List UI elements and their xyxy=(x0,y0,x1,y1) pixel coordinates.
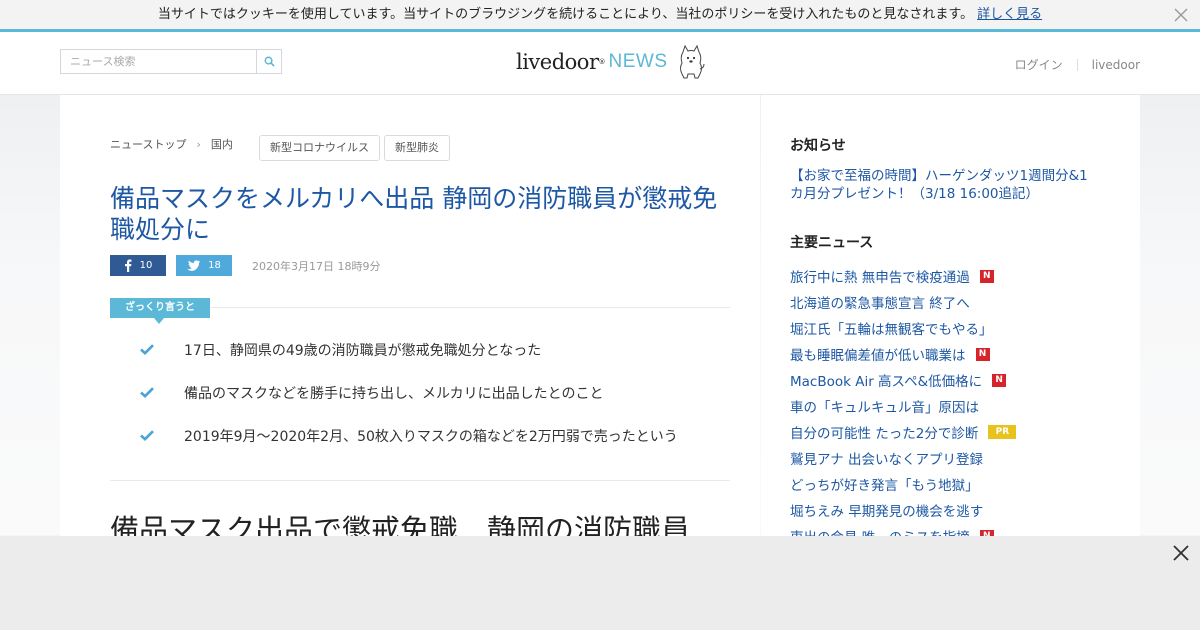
logo-registered-mark: ® xyxy=(598,58,606,66)
breadcrumb: ニューストップ › 国内 xyxy=(110,136,233,152)
header-links: ログイン livedoor xyxy=(1015,56,1140,73)
news-item-title: 最も睡眠偏差値が低い職業は xyxy=(790,348,966,364)
news-item-title: 鷲見アナ 出会いなくアプリ登録 xyxy=(790,452,984,468)
share-bar: 10 18 2020年3月17日 18時9分 xyxy=(110,255,380,276)
article-divider xyxy=(110,480,730,481)
chevron-right-icon: › xyxy=(196,137,201,151)
logo-product: NEWS xyxy=(608,51,668,72)
logo-brand: livedoor xyxy=(516,50,599,74)
news-item-title: 旅行中に熱 無申告で検疫通過 xyxy=(790,270,970,286)
news-item[interactable]: 車の「キュルキュル音」原因は xyxy=(790,393,1016,419)
topic-tags: 新型コロナウイルス 新型肺炎 xyxy=(255,135,450,161)
twitter-share-button[interactable]: 18 xyxy=(176,255,232,276)
check-icon xyxy=(140,344,154,355)
new-badge: N xyxy=(979,269,994,283)
cookie-banner: 当サイトではクッキーを使用しています。当サイトのブラウジングを続けることにより、… xyxy=(0,0,1200,32)
news-item-title: 自分の可能性 たった2分で診断 xyxy=(790,426,979,442)
news-item-title: どっちが好き発言「もう地獄」 xyxy=(790,478,979,494)
news-item-title: 堀ちえみ 早期発見の機会を逃す xyxy=(790,504,984,520)
new-badge: N xyxy=(992,373,1007,387)
news-item-title: 堀江氏「五輪は無観客でもやる」 xyxy=(790,322,993,338)
cookie-text: 当サイトではクッキーを使用しています。当サイトのブラウジングを続けることにより、… xyxy=(157,7,974,22)
notice-heading: お知らせ xyxy=(790,138,846,154)
header-link-separator xyxy=(1076,58,1078,71)
bottom-ad-overlay xyxy=(0,536,1200,630)
news-item[interactable]: 自分の可能性 たった2分で診断 PR xyxy=(790,419,1017,445)
news-item[interactable]: 鷲見アナ 出会いなくアプリ登録 xyxy=(790,445,1016,471)
news-item[interactable]: 堀ちえみ 早期発見の機会を逃す xyxy=(790,497,1016,523)
dog-mascot-icon xyxy=(679,44,704,79)
summary-item-text: 2019年9月～2020年2月、50枚入りマスクの箱などを2万円弱で売ったという xyxy=(184,429,678,445)
summary-item-text: 備品のマスクなどを勝手に持ち出し、メルカリに出品したとのこと xyxy=(184,386,604,402)
twitter-share-count: 18 xyxy=(208,260,221,271)
list-item: 備品のマスクなどを勝手に持ち出し、メルカリに出品したとのこと xyxy=(140,383,730,426)
close-icon[interactable] xyxy=(1172,544,1190,562)
livedoor-link[interactable]: livedoor xyxy=(1092,58,1140,72)
major-news-heading: 主要ニュース xyxy=(790,235,874,251)
summary-divider xyxy=(210,307,730,308)
check-icon xyxy=(140,430,154,441)
cookie-more-link[interactable]: 詳しく見る xyxy=(977,7,1042,22)
facebook-share-button[interactable]: 10 xyxy=(110,255,166,276)
news-item[interactable]: 北海道の緊急事態宣言 終了へ xyxy=(790,289,1016,315)
search-icon xyxy=(264,56,275,67)
new-badge: N xyxy=(975,347,990,361)
summary-label: ざっくり言うと xyxy=(110,298,210,324)
news-item[interactable]: 堀江氏「五輪は無観客でもやる」 xyxy=(790,315,1016,341)
login-link[interactable]: ログイン xyxy=(1015,56,1063,73)
notice-link[interactable]: 【お家で至福の時間】ハーゲンダッツ1週間分&1カ月分プレゼント！（3/18 16… xyxy=(790,167,1100,203)
news-item-title: MacBook Air 高スペ&低価格に xyxy=(790,374,983,390)
tag-pneumonia[interactable]: 新型肺炎 xyxy=(384,135,450,161)
article-title: 備品マスクをメルカリへ出品 静岡の消防職員が懲戒免職処分に xyxy=(110,184,718,244)
search-input[interactable] xyxy=(61,50,257,73)
news-item[interactable]: MacBook Air 高スペ&低価格に N xyxy=(790,367,1016,393)
search-button[interactable] xyxy=(256,50,281,73)
news-item[interactable]: どっちが好き発言「もう地獄」 xyxy=(790,471,1016,497)
site-header: livedoor®NEWS ログイン livedoor xyxy=(0,32,1200,95)
publish-date: 2020年3月17日 18時9分 xyxy=(252,259,381,273)
tag-covid[interactable]: 新型コロナウイルス xyxy=(259,135,380,161)
check-icon xyxy=(140,387,154,398)
major-news-list: 旅行中に熱 無申告で検疫通過 N 北海道の緊急事態宣言 終了へ 堀江氏「五輪は無観… xyxy=(790,263,1017,549)
list-item: 2019年9月～2020年2月、50枚入りマスクの箱などを2万円弱で売ったという xyxy=(140,426,730,469)
news-item-title: 車の「キュルキュル音」原因は xyxy=(790,400,979,416)
list-item: 17日、静岡県の49歳の消防職員が懲戒免職処分となった xyxy=(140,340,730,383)
news-item[interactable]: 最も睡眠偏差値が低い職業は N xyxy=(790,341,1016,367)
site-logo[interactable]: livedoor ® NEWS xyxy=(516,44,706,80)
summary-list: 17日、静岡県の49歳の消防職員が懲戒免職処分となった 備品のマスクなどを勝手に… xyxy=(140,340,730,469)
search-box xyxy=(60,49,282,74)
news-item[interactable]: 旅行中に熱 無申告で検疫通過 N xyxy=(790,263,1016,289)
twitter-icon xyxy=(187,260,201,271)
facebook-share-count: 10 xyxy=(139,260,153,271)
close-icon[interactable] xyxy=(1172,6,1190,24)
news-item-title: 北海道の緊急事態宣言 終了へ xyxy=(790,296,970,312)
facebook-icon xyxy=(124,259,132,272)
breadcrumb-item-news-top[interactable]: ニューストップ xyxy=(110,136,186,152)
breadcrumb-item-domestic[interactable]: 国内 xyxy=(211,136,233,152)
summary-item-text: 17日、静岡県の49歳の消防職員が懲戒免職処分となった xyxy=(184,343,542,359)
pr-badge: PR xyxy=(988,425,1017,439)
